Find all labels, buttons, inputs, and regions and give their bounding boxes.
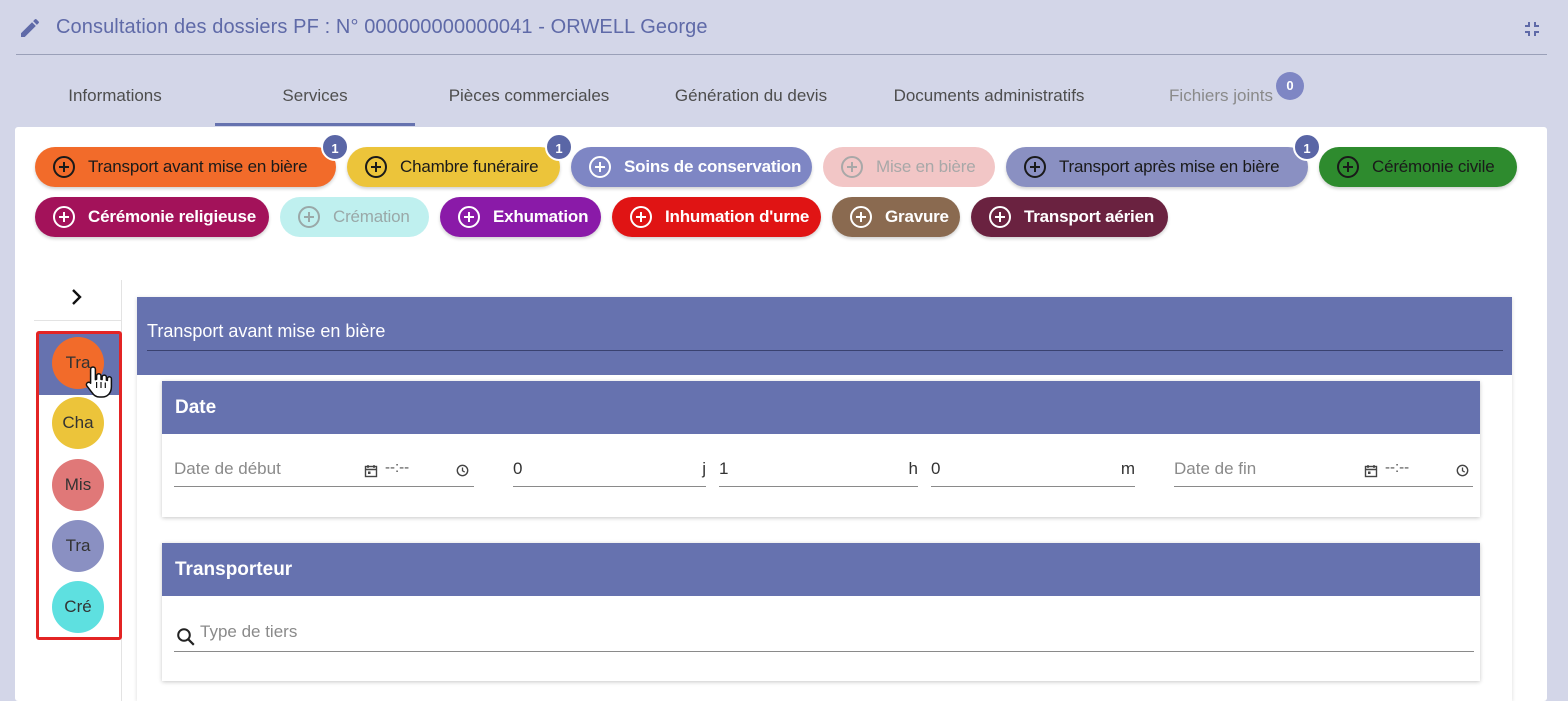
clock-icon[interactable] bbox=[456, 464, 469, 477]
add-circle-icon bbox=[1024, 156, 1046, 178]
duration-days-unit: j bbox=[702, 459, 706, 478]
date-card: Date Date de début --:-- 0 j 1 h 0 m Dat… bbox=[162, 381, 1480, 517]
add-circle-icon bbox=[458, 206, 480, 228]
chevron-right-icon[interactable] bbox=[70, 288, 84, 306]
tab-pieces-commerciales[interactable]: Pièces commerciales bbox=[425, 66, 633, 126]
start-date-field[interactable]: Date de début --:-- bbox=[174, 453, 474, 487]
service-chip-label: Crémation bbox=[333, 207, 410, 226]
service-chip-exhumation[interactable]: Exhumation bbox=[440, 197, 601, 237]
tab-fichiers-joints[interactable]: Fichiers joints bbox=[1155, 66, 1287, 126]
calendar-icon[interactable] bbox=[364, 464, 378, 478]
service-chip-label: Exhumation bbox=[493, 207, 589, 226]
page-header: Consultation des dossiers PF : N° 000000… bbox=[0, 0, 1568, 56]
service-navigator: Tra Cha Mis Tra Cré bbox=[34, 280, 122, 701]
service-chip-transport-avant[interactable]: Transport avant mise en bière 1 bbox=[35, 133, 349, 187]
start-date-placeholder: Date de début bbox=[174, 459, 281, 478]
add-circle-icon bbox=[298, 206, 320, 228]
add-circle-icon bbox=[841, 156, 863, 178]
service-chip-ceremonie-civile[interactable]: Cérémonie civile bbox=[1319, 147, 1517, 187]
duration-minutes-input[interactable]: 0 m bbox=[931, 453, 1135, 487]
tab-generation-devis[interactable]: Génération du devis bbox=[663, 66, 839, 126]
tiers-search-input[interactable]: Type de tiers bbox=[174, 618, 1474, 652]
service-chip-ceremonie-religieuse[interactable]: Cérémonie religieuse bbox=[35, 197, 269, 237]
date-card-title: Date bbox=[162, 381, 1480, 434]
tiers-search-placeholder: Type de tiers bbox=[200, 622, 298, 641]
tab-informations[interactable]: Informations bbox=[15, 66, 215, 126]
header-divider bbox=[16, 54, 1547, 55]
service-chip-label: Gravure bbox=[885, 207, 949, 226]
calendar-icon[interactable] bbox=[1364, 464, 1378, 478]
fullscreen-exit-icon[interactable] bbox=[1520, 17, 1544, 41]
section-title-underline bbox=[147, 350, 1503, 351]
add-circle-icon bbox=[53, 206, 75, 228]
add-circle-icon bbox=[630, 206, 652, 228]
add-circle-icon bbox=[53, 156, 75, 178]
tab-documents-administratifs[interactable]: Documents administratifs bbox=[878, 66, 1100, 126]
service-count-badge: 1 bbox=[321, 133, 349, 161]
hand-cursor-icon bbox=[85, 366, 113, 398]
duration-hours-value: 1 bbox=[719, 459, 729, 478]
service-chip-transport-apres[interactable]: Transport après mise en bière 1 bbox=[1006, 133, 1321, 187]
service-chip-label: Soins de conservation bbox=[624, 157, 802, 176]
transporteur-card-title: Transporteur bbox=[162, 543, 1480, 596]
section-title: Transport avant mise en bière bbox=[147, 321, 386, 341]
clock-icon[interactable] bbox=[1456, 464, 1469, 477]
service-count-badge: 1 bbox=[545, 133, 573, 161]
start-time-value: --:-- bbox=[385, 459, 410, 476]
duration-minutes-value: 0 bbox=[931, 459, 941, 478]
service-chip-cremation[interactable]: Crémation bbox=[280, 197, 429, 237]
end-date-field[interactable]: Date de fin --:-- bbox=[1174, 453, 1473, 487]
add-circle-icon bbox=[989, 206, 1011, 228]
service-chip-mise-en-biere[interactable]: Mise en bière bbox=[823, 147, 995, 187]
service-chip-chambre-funeraire[interactable]: Chambre funéraire 1 bbox=[347, 133, 573, 187]
pencil-icon[interactable] bbox=[18, 16, 42, 40]
service-chip-soins-conservation[interactable]: Soins de conservation bbox=[571, 147, 812, 187]
service-chip-label: Inhumation d'urne bbox=[665, 207, 810, 226]
service-chip-transport-aerien[interactable]: Transport aérien bbox=[971, 197, 1168, 237]
duration-hours-unit: h bbox=[908, 459, 918, 478]
service-chip-label: Transport aérien bbox=[1024, 207, 1155, 226]
service-chip-gravure[interactable]: Gravure bbox=[832, 197, 960, 237]
add-circle-icon bbox=[365, 156, 387, 178]
add-circle-icon bbox=[589, 156, 611, 178]
duration-days-input[interactable]: 0 j bbox=[513, 453, 706, 487]
service-chip-label: Cérémonie religieuse bbox=[88, 207, 256, 226]
transporteur-card: Transporteur Type de tiers bbox=[162, 543, 1480, 681]
end-date-placeholder: Date de fin bbox=[1174, 459, 1257, 478]
service-chip-label: Chambre funéraire bbox=[400, 157, 539, 176]
page-title: Consultation des dossiers PF : N° 000000… bbox=[56, 16, 708, 38]
add-circle-icon bbox=[850, 206, 872, 228]
duration-minutes-unit: m bbox=[1120, 459, 1135, 478]
service-chip-label: Cérémonie civile bbox=[1372, 157, 1495, 176]
service-chip-label: Mise en bière bbox=[876, 157, 976, 176]
add-circle-icon bbox=[1337, 156, 1359, 178]
end-time-value: --:-- bbox=[1385, 459, 1410, 476]
duration-days-value: 0 bbox=[513, 459, 523, 478]
search-icon bbox=[177, 628, 195, 646]
attachments-count-badge: 0 bbox=[1276, 72, 1304, 100]
navigator-separator bbox=[34, 320, 121, 321]
service-chip-inhumation-urne[interactable]: Inhumation d'urne bbox=[612, 197, 821, 237]
section-header: Transport avant mise en bière bbox=[137, 297, 1512, 375]
service-chip-label: Transport après mise en bière bbox=[1059, 157, 1280, 176]
tab-services[interactable]: Services bbox=[215, 66, 415, 126]
service-chip-label: Transport avant mise en bière bbox=[88, 157, 308, 176]
duration-hours-input[interactable]: 1 h bbox=[719, 453, 918, 487]
tab-bar: Informations Services Pièces commerciale… bbox=[15, 66, 1547, 126]
service-count-badge: 1 bbox=[1293, 133, 1321, 161]
